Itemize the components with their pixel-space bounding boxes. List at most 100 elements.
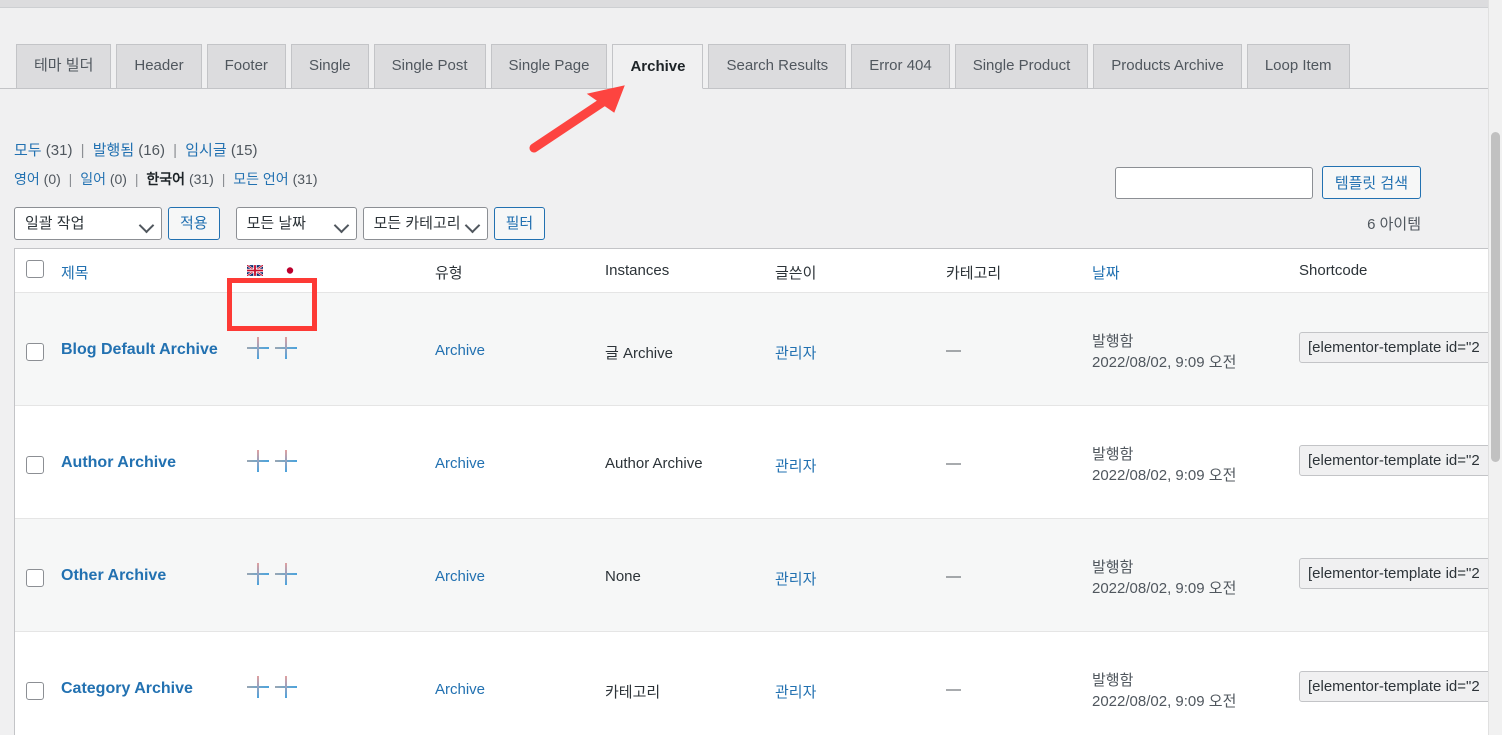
row-instances-cell: Author Archive — [605, 455, 703, 472]
template-type-link[interactable]: Archive — [435, 568, 485, 585]
add-english-translation-icon[interactable] — [247, 676, 269, 698]
language-link-all[interactable]: 모든 언어 — [233, 171, 288, 187]
search-area: 템플릿 검색 — [1114, 166, 1421, 199]
template-type-link[interactable]: Archive — [435, 455, 485, 472]
template-title-link[interactable]: Blog Default Archive — [61, 341, 218, 358]
row-language-add-cell — [247, 450, 303, 472]
row-shortcode-cell: [elementor-template id="2 — [1299, 671, 1489, 706]
row-select-checkbox[interactable] — [26, 569, 44, 587]
row-checkbox-cell — [26, 343, 44, 361]
status-filter-links: 모두 (31) | 발행됨 (16) | 임시글 (15) — [14, 139, 258, 160]
tab-search-results[interactable]: Search Results — [708, 44, 847, 88]
add-japanese-translation-icon[interactable] — [275, 337, 297, 359]
select-all-checkbox[interactable] — [26, 260, 44, 278]
row-select-checkbox[interactable] — [26, 343, 44, 361]
column-header-instances: Instances — [605, 262, 670, 279]
search-templates-button[interactable]: 템플릿 검색 — [1321, 166, 1421, 199]
vertical-scrollbar[interactable] — [1488, 0, 1502, 735]
tab-archive[interactable]: Archive — [612, 44, 704, 89]
add-english-translation-icon[interactable] — [247, 450, 269, 472]
date-status: 발행함 — [1092, 559, 1134, 576]
row-shortcode-cell: [elementor-template id="2 — [1299, 558, 1489, 593]
row-type-cell: Archive — [435, 568, 485, 585]
date-status: 발행함 — [1092, 333, 1134, 350]
date-status: 발행함 — [1092, 672, 1134, 689]
tab-single-page[interactable]: Single Page — [490, 44, 608, 88]
language-link-korean[interactable]: 한국어 — [146, 171, 185, 187]
template-title-link[interactable]: Other Archive — [61, 567, 166, 584]
language-filter-links: 영어 (0) | 일어 (0) | 한국어 (31) | 모든 언어 (31) — [14, 169, 317, 189]
tab-header[interactable]: Header — [116, 44, 202, 88]
category-filter-select[interactable]: 모든 카테고리 — [362, 207, 488, 240]
column-header-languages — [247, 261, 299, 278]
template-title-link[interactable]: Category Archive — [61, 680, 193, 697]
uk-flag-icon — [247, 264, 263, 276]
language-link-japanese[interactable]: 일어 — [80, 171, 106, 187]
bulk-action-select[interactable]: 일괄 작업 — [14, 207, 162, 240]
chevron-down-icon — [464, 217, 480, 234]
tab-theme-builder[interactable]: 테마 빌더 — [16, 44, 112, 88]
tab-products-archive[interactable]: Products Archive — [1093, 44, 1242, 88]
instances-value: Author Archive — [605, 455, 703, 472]
shortcode-field[interactable]: [elementor-template id="2 — [1299, 558, 1489, 589]
template-title-link[interactable]: Author Archive — [61, 454, 176, 471]
category-filter-value: 모든 카테고리 — [373, 215, 461, 232]
tab-single-product[interactable]: Single Product — [954, 44, 1089, 88]
row-instances-cell: 글 Archive — [605, 342, 673, 363]
row-author-cell: 관리자 — [775, 342, 816, 363]
tab-single-post[interactable]: Single Post — [373, 44, 486, 88]
language-count-japanese: (0) — [109, 171, 127, 187]
add-japanese-translation-icon[interactable] — [275, 676, 297, 698]
language-link-english[interactable]: 영어 — [14, 171, 40, 187]
status-link-all[interactable]: 모두 — [14, 142, 42, 159]
row-language-add-cell — [247, 676, 303, 698]
scrollbar-thumb[interactable] — [1491, 132, 1500, 462]
column-header-date[interactable]: 날짜 — [1092, 262, 1120, 283]
select-all-checkbox-cell — [26, 260, 44, 278]
template-author-link[interactable]: 관리자 — [775, 571, 816, 588]
column-header-type: 유형 — [435, 265, 463, 282]
template-author-link[interactable]: 관리자 — [775, 684, 816, 701]
filter-button[interactable]: 필터 — [493, 207, 546, 240]
row-select-checkbox[interactable] — [26, 682, 44, 700]
status-link-draft[interactable]: 임시글 — [185, 142, 226, 159]
status-separator: | — [173, 142, 178, 159]
date-filter-select[interactable]: 모든 날짜 — [235, 207, 357, 240]
row-author-cell: 관리자 — [775, 568, 816, 589]
add-english-translation-icon[interactable] — [247, 337, 269, 359]
bulk-action-value: 일괄 작업 — [25, 215, 85, 232]
item-count-label: 6 아이템 — [1367, 216, 1421, 233]
row-select-checkbox[interactable] — [26, 456, 44, 474]
row-title-cell: Other Archive — [61, 567, 166, 585]
template-author-link[interactable]: 관리자 — [775, 345, 816, 362]
tab-error-404[interactable]: Error 404 — [851, 44, 950, 88]
add-japanese-translation-icon[interactable] — [275, 563, 297, 585]
apply-button[interactable]: 적용 — [168, 207, 220, 240]
column-header-title[interactable]: 제목 — [61, 262, 89, 283]
row-shortcode-cell: [elementor-template id="2 — [1299, 332, 1489, 367]
add-japanese-translation-icon[interactable] — [275, 450, 297, 472]
template-type-link[interactable]: Archive — [435, 681, 485, 698]
language-count-all: (31) — [292, 171, 318, 187]
status-link-published[interactable]: 발행됨 — [93, 142, 134, 159]
column-header-shortcode: Shortcode — [1299, 262, 1368, 279]
japan-flag-icon — [282, 264, 299, 276]
shortcode-field[interactable]: [elementor-template id="2 — [1299, 671, 1489, 702]
language-count-korean: (31) — [188, 171, 214, 187]
row-category-cell: — — [946, 681, 961, 698]
tab-footer[interactable]: Footer — [206, 44, 286, 88]
status-count-all: (31) — [45, 142, 73, 159]
template-type-link[interactable]: Archive — [435, 342, 485, 359]
row-checkbox-cell — [26, 456, 44, 474]
page-wrapper: 테마 빌더 Header Footer Single Single Post S… — [0, 8, 1489, 735]
shortcode-field[interactable]: [elementor-template id="2 — [1299, 332, 1489, 363]
template-author-link[interactable]: 관리자 — [775, 458, 816, 475]
tab-loop-item[interactable]: Loop Item — [1246, 44, 1350, 88]
add-english-translation-icon[interactable] — [247, 563, 269, 585]
search-input[interactable] — [1114, 166, 1313, 199]
language-count-english: (0) — [43, 171, 61, 187]
table-row: Category Archive Archive 카테고리 관리자 — 발행함 … — [15, 631, 1489, 735]
tab-single[interactable]: Single — [290, 44, 369, 88]
shortcode-field[interactable]: [elementor-template id="2 — [1299, 445, 1489, 476]
table-row: Blog Default Archive Archive 글 Archive 관… — [15, 292, 1489, 405]
